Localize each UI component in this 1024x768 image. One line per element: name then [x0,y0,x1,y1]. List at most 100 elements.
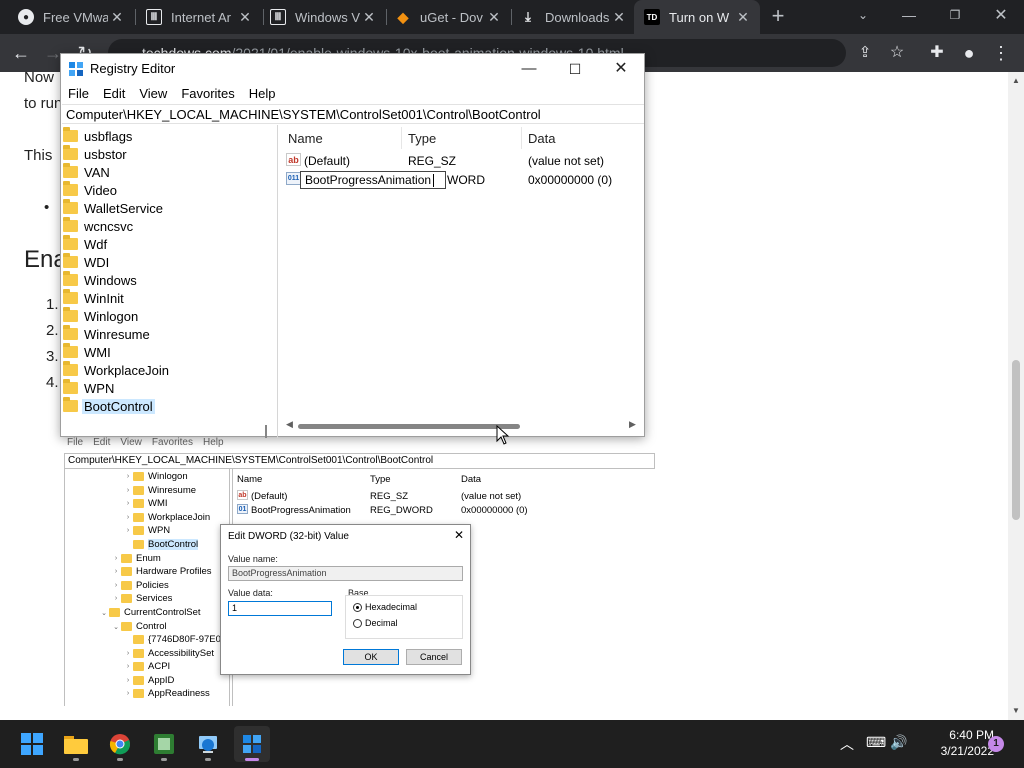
tree-item-wcncsvc[interactable]: wcncsvc [61,217,135,235]
tree-item-winresume[interactable]: Winresume [61,325,152,343]
column-type[interactable]: Type [408,131,436,146]
start-button[interactable] [14,726,50,762]
tab-turn-on-windows[interactable]: TD Turn on W ✕ [634,0,760,34]
restore-icon[interactable]: ❐ [932,0,978,30]
profile-icon[interactable]: ● [958,42,980,64]
tree-item: › Winresume [126,485,197,496]
download-icon: ⤓ [525,9,531,24]
tree-item-bootcontrol[interactable]: BootControl [61,397,155,415]
tree-item-wmi[interactable]: WMI [61,343,113,361]
value-data: (value not set) [461,491,522,502]
tree-item: › WPN [126,525,171,536]
back-icon[interactable]: ← [10,42,32,64]
tab-close-icon[interactable]: ✕ [236,9,254,26]
tree-item-video[interactable]: Video [61,181,119,199]
tab-downloads[interactable]: ⤓ Downloads ✕ [510,0,636,34]
column-data: Data [461,474,482,485]
menu-icon[interactable]: ⋮ [990,42,1012,64]
tab-close-icon[interactable]: ✕ [108,9,126,26]
value-name-default[interactable]: (Default) [304,154,350,168]
app-button-network[interactable] [190,726,226,762]
regedit-address-bar[interactable]: Computer\HKEY_LOCAL_MACHINE\SYSTEM\Contr… [62,104,644,124]
scrollbar-thumb[interactable] [298,424,520,429]
td-icon: TD [644,9,660,25]
extensions-icon[interactable]: ✚ [926,42,948,64]
tree-item-wdi[interactable]: WDI [61,253,111,271]
column-name[interactable]: Name [288,131,323,146]
app-button-green[interactable] [146,726,182,762]
ok-button: OK [343,649,399,665]
tutorial-address: Computer\HKEY_LOCAL_MACHINE\SYSTEM\Contr… [64,453,655,469]
tree-item-workplacejoin[interactable]: WorkplaceJoin [61,361,171,379]
scroll-left-icon[interactable]: ◀ [286,419,293,430]
volume-icon[interactable]: 🔊 [890,734,907,751]
bookmark-star-icon[interactable]: ☆ [886,42,908,64]
value-name-field: BootProgressAnimation [228,566,463,581]
tree-item-winlogon[interactable]: Winlogon [61,307,140,325]
tab-windows-archive[interactable]: Ⅲ Windows V ✕ [260,0,386,34]
menu-file[interactable]: File [61,84,96,104]
tab-close-icon[interactable]: ✕ [360,9,378,26]
menu-edit[interactable]: Edit [96,84,132,104]
column-data[interactable]: Data [528,131,555,146]
bullet: • [44,199,50,216]
tree-scrollbar[interactable] [265,425,267,438]
scroll-down-icon[interactable]: ▼ [1008,706,1024,715]
tree-item-wininit[interactable]: WinInit [61,289,126,307]
share-icon[interactable]: ⇪ [854,42,876,64]
close-icon: ✕ [454,528,465,542]
tree-item-windows[interactable]: Windows [61,271,139,289]
tab-internet-archive[interactable]: Ⅲ Internet Ar ✕ [136,0,262,34]
tree-item: › Winlogon [126,471,188,482]
folder-icon [63,379,78,394]
string-value-icon: ab [286,153,301,166]
folder-icon [63,343,78,358]
page-scrollbar[interactable]: ▲ ▼ [1008,72,1024,720]
tab-close-icon[interactable]: ✕ [485,9,503,26]
value-data-field: 1 [228,601,332,616]
tree-item-usbstor[interactable]: usbstor [61,145,129,163]
value-name: (Default) [251,491,288,502]
network-icon[interactable]: ⌨ [866,734,886,751]
tree-item: › Enum [114,553,161,564]
menu-favorites[interactable]: Favorites [174,84,241,104]
scroll-up-icon[interactable]: ▲ [1008,76,1024,85]
article-text: This [24,147,53,164]
menu-help[interactable]: Help [242,84,283,104]
tree-item-wpn[interactable]: WPN [61,379,116,397]
notification-badge[interactable]: 1 [988,736,1004,752]
tab-uget[interactable]: ◆ uGet - Dov ✕ [385,0,511,34]
maximize-icon[interactable]: ☐ [552,54,598,84]
tree-item-van[interactable]: VAN [61,163,112,181]
taskbar-clock[interactable]: 6:40 PM 3/21/2022 [914,727,994,759]
values-hscrollbar[interactable]: ◀ ▶ [280,419,644,433]
folder-icon [63,253,78,268]
tree-item-walletservice[interactable]: WalletService [61,199,165,217]
scroll-right-icon[interactable]: ▶ [629,419,636,430]
tree-item: › Services [114,593,173,604]
decimal-radio: Decimal [353,618,398,628]
registry-editor-window: Registry Editor — ☐ ✕ File Edit View Fav… [60,53,645,438]
chevron-up-icon[interactable]: ︿ [840,734,854,754]
regedit-titlebar[interactable]: Registry Editor — ☐ ✕ [61,54,644,84]
registry-editor-taskbar-button[interactable] [234,726,270,762]
minimize-icon[interactable]: — [886,0,932,30]
tab-close-icon[interactable]: ✕ [734,9,752,26]
tab-free-vmware[interactable]: ● Free VMwa ✕ [8,0,134,34]
tab-close-icon[interactable]: ✕ [610,9,628,26]
scrollbar-thumb[interactable] [1012,360,1020,520]
tree-item-wdf[interactable]: Wdf [61,235,109,253]
tab-search-icon[interactable]: ⌄ [840,0,886,30]
registry-values-list: Name Type Data ab (Default) REG_SZ (valu… [280,125,644,438]
rename-value-input[interactable]: BootProgressAnimation [300,171,446,189]
new-tab-button[interactable]: + [768,5,788,29]
file-explorer-button[interactable] [58,726,94,762]
minimize-icon[interactable]: — [506,54,552,84]
menu-view[interactable]: View [132,84,174,104]
dword-value-icon: 01 [237,504,248,514]
close-icon[interactable]: ✕ [598,54,644,84]
chrome-button[interactable] [102,726,138,762]
tree-item-usbflags[interactable]: usbflags [61,127,134,145]
close-window-icon[interactable]: ✕ [978,0,1024,30]
menu-view: View [120,437,142,448]
